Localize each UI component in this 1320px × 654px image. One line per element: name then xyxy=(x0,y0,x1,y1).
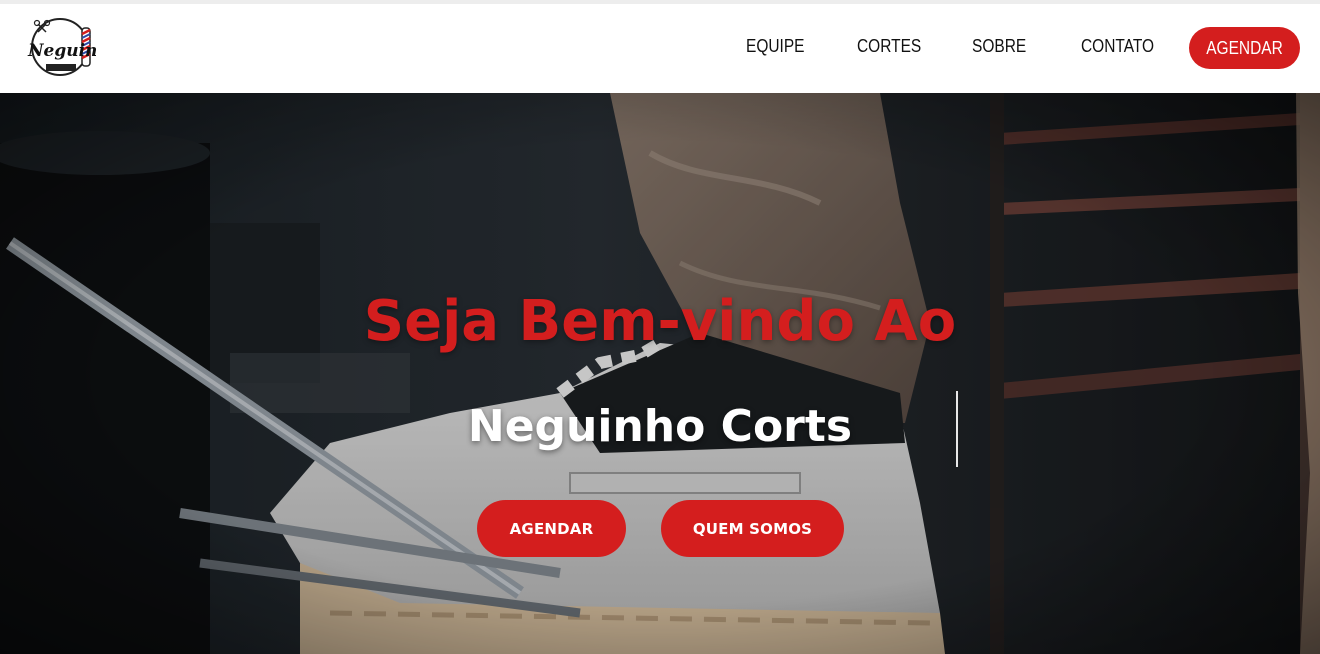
main-nav: EQUIPE CORTES SOBRE CONTATO xyxy=(0,4,1320,93)
nav-agendar-label: AGENDAR xyxy=(1206,37,1283,58)
typing-cursor xyxy=(956,391,958,467)
hero-section: Seja Bem-vindo Ao Neguinho Corts AGENDAR… xyxy=(0,93,1320,654)
hero-quem-somos-button[interactable]: QUEM SOMOS xyxy=(661,500,844,557)
nav-link-sobre[interactable]: SOBRE xyxy=(972,36,1026,57)
nav-link-equipe[interactable]: EQUIPE xyxy=(746,36,805,57)
nav-agendar-button[interactable]: AGENDAR xyxy=(1189,27,1300,69)
hero-subtitle: Neguinho Corts xyxy=(467,401,853,452)
nav-link-contato[interactable]: CONTATO xyxy=(1081,36,1154,57)
hero-title: Seja Bem-vindo Ao xyxy=(363,289,957,354)
hero-agendar-button[interactable]: AGENDAR xyxy=(477,500,626,557)
hero-agendar-label: AGENDAR xyxy=(509,519,594,538)
hero-quem-somos-label: QUEM SOMOS xyxy=(692,519,813,538)
hero-background-image xyxy=(0,93,1320,654)
nav-link-cortes[interactable]: CORTES xyxy=(857,36,921,57)
navbar: Neguinho EQUIPE CORTES SOBRE CONTATO AGE… xyxy=(0,4,1320,93)
